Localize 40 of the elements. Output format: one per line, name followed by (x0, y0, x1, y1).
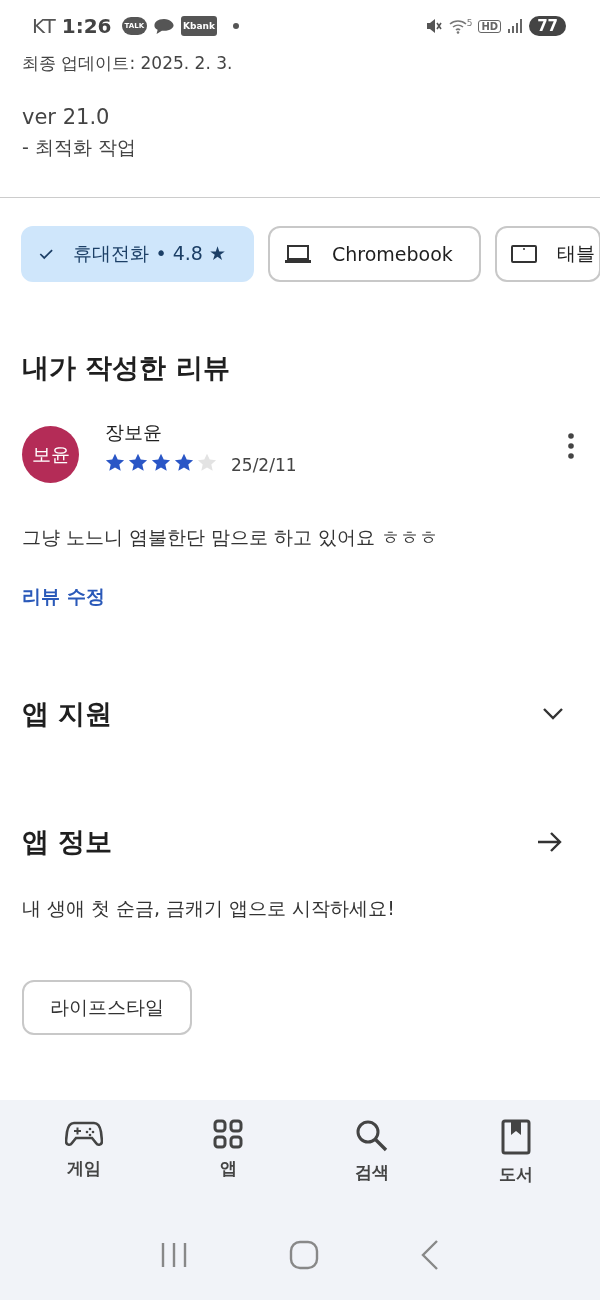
chevron-icon[interactable] (542, 707, 564, 721)
device-filter-chip[interactable]: 태블 (494, 226, 600, 282)
app-description: 내 생애 첫 순금, 금캐기 앱으로 시작하세요! (22, 896, 396, 921)
review-text: 그냥 노느니 염불한단 맘으로 하고 있어요 ㅎㅎㅎ (22, 525, 440, 550)
nav-tab[interactable]: 게임 (34, 1118, 134, 1200)
nav-tab[interactable]: 도서 (466, 1118, 566, 1200)
section-heading: 내가 작성한 리뷰 (22, 351, 231, 385)
recent-apps-icon[interactable] (160, 1241, 189, 1269)
tablet-icon (510, 244, 537, 264)
arrow-right-icon[interactable] (536, 830, 564, 854)
review-date: 25/2/11 (231, 455, 297, 475)
last-updated-text: 최종 업데이트: 2025. 2. 3. (22, 52, 234, 75)
device-filter-chip[interactable]: 휴대전화 • 4.8 ★ (21, 226, 254, 282)
version-text: ver 21.0 (22, 105, 111, 129)
category-chip[interactable]: 라이프스타일 (22, 980, 192, 1035)
nav-tab[interactable]: 검색 (322, 1118, 422, 1200)
gamepad-icon (65, 1119, 103, 1149)
device-filter-chip[interactable]: Chromebook (268, 226, 481, 282)
release-notes-text: - 최적화 작업 (22, 135, 137, 160)
reviewer-name: 장보윤 (105, 420, 163, 445)
battery-indicator: 77 (529, 16, 566, 36)
speech-bubble-icon (153, 17, 176, 35)
search-icon (355, 1119, 389, 1153)
back-icon[interactable] (419, 1239, 440, 1271)
hd-voice-icon: HD (478, 19, 502, 33)
bank-notification-icon: Kbank (181, 16, 217, 36)
edit-review-link[interactable]: 리뷰 수정 (22, 584, 105, 610)
signal-icon (507, 18, 524, 34)
mute-icon (424, 17, 443, 35)
clock-time: 1:26 (61, 14, 112, 38)
avatar: 보윤 (22, 426, 79, 483)
laptop-icon (284, 244, 312, 264)
home-icon[interactable] (289, 1240, 319, 1270)
grid-icon (213, 1119, 243, 1149)
nav-tab[interactable]: 앱 (178, 1118, 278, 1200)
bookmark-book-icon (501, 1119, 531, 1155)
carrier-name: KT (32, 14, 56, 38)
more-notifications-icon (232, 23, 239, 29)
section-title: 앱 지원 (22, 697, 113, 731)
section-title: 앱 정보 (22, 825, 113, 859)
